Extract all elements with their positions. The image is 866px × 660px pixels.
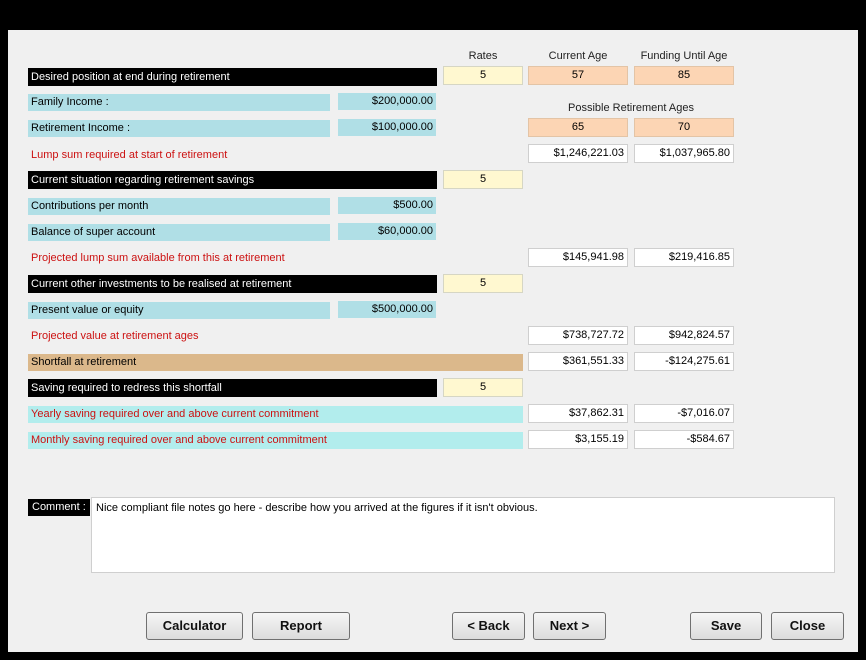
family-income-label: Family Income : <box>28 94 330 111</box>
lump-sum-age-2-value: $1,037,965.80 <box>634 144 734 163</box>
projected-lump-sum-age-2-value: $219,416.85 <box>634 248 734 267</box>
retirement-income-field[interactable]: $100,000.00 <box>338 119 436 136</box>
retirement-income-label: Retirement Income : <box>28 120 330 137</box>
yearly-saving-age-2-value: -$7,016.07 <box>634 404 734 423</box>
lump-sum-age-1-value: $1,246,221.03 <box>528 144 628 163</box>
funding-until-age-field[interactable]: 85 <box>634 66 734 85</box>
saving-required-rate-field[interactable]: 5 <box>443 378 523 397</box>
funding-until-age-header: Funding Until Age <box>640 50 728 62</box>
next-button[interactable]: Next > <box>533 612 606 640</box>
saving-required-section-title: Saving required to redress this shortfal… <box>28 379 437 397</box>
current-age-header: Current Age <box>548 50 608 62</box>
monthly-saving-age-1-value: $3,155.19 <box>528 430 628 449</box>
report-button[interactable]: Report <box>252 612 350 640</box>
possible-retirement-ages-header: Possible Retirement Ages <box>568 102 694 114</box>
comment-label: Comment : <box>28 499 90 516</box>
yearly-saving-age-1-value: $37,862.31 <box>528 404 628 423</box>
yearly-saving-label: Yearly saving required over and above cu… <box>28 406 523 423</box>
current-situation-rate-field[interactable]: 5 <box>443 170 523 189</box>
retirement-age-2-field[interactable]: 70 <box>634 118 734 137</box>
projected-value-age-2-value: $942,824.57 <box>634 326 734 345</box>
calculator-button[interactable]: Calculator <box>146 612 243 640</box>
current-age-field[interactable]: 57 <box>528 66 628 85</box>
rates-header: Rates <box>468 50 498 62</box>
contributions-per-month-field[interactable]: $500.00 <box>338 197 436 214</box>
projected-value-label: Projected value at retirement ages <box>31 330 199 342</box>
back-button[interactable]: < Back <box>452 612 525 640</box>
other-investments-section-title: Current other investments to be realised… <box>28 275 437 293</box>
projected-value-age-1-value: $738,727.72 <box>528 326 628 345</box>
family-income-field[interactable]: $200,000.00 <box>338 93 436 110</box>
projected-lump-sum-age-1-value: $145,941.98 <box>528 248 628 267</box>
lump-sum-required-label: Lump sum required at start of retirement <box>31 149 228 161</box>
contributions-per-month-label: Contributions per month <box>28 198 330 215</box>
monthly-saving-age-2-value: -$584.67 <box>634 430 734 449</box>
shortfall-age-1-value: $361,551.33 <box>528 352 628 371</box>
monthly-saving-label: Monthly saving required over and above c… <box>28 432 523 449</box>
save-button[interactable]: Save <box>690 612 762 640</box>
retirement-planner-panel: Rates Current Age Funding Until Age Poss… <box>8 30 858 652</box>
present-value-field[interactable]: $500,000.00 <box>338 301 436 318</box>
present-value-label: Present value or equity <box>28 302 330 319</box>
projected-lump-sum-label: Projected lump sum available from this a… <box>31 252 285 264</box>
current-situation-section-title: Current situation regarding retirement s… <box>28 171 437 189</box>
balance-super-account-label: Balance of super account <box>28 224 330 241</box>
shortfall-age-2-value: -$124,275.61 <box>634 352 734 371</box>
close-button[interactable]: Close <box>771 612 844 640</box>
other-investments-rate-field[interactable]: 5 <box>443 274 523 293</box>
shortfall-at-retirement-label: Shortfall at retirement <box>28 354 523 371</box>
balance-super-account-field[interactable]: $60,000.00 <box>338 223 436 240</box>
desired-rate-field[interactable]: 5 <box>443 66 523 85</box>
retirement-age-1-field[interactable]: 65 <box>528 118 628 137</box>
comment-textarea[interactable]: Nice compliant file notes go here - desc… <box>91 497 835 573</box>
desired-position-section-title: Desired position at end during retiremen… <box>28 68 437 86</box>
